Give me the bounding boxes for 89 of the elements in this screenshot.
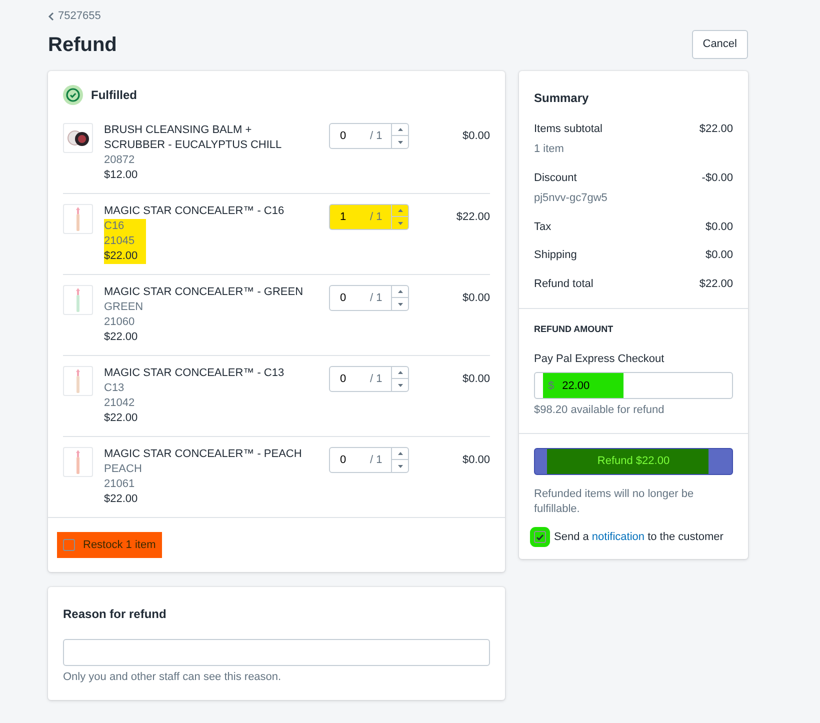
summary-value: $22.00 xyxy=(699,276,733,292)
summary-label: Refund total xyxy=(534,276,594,292)
product-name: MAGIC STAR CONCEALER™ - GREEN xyxy=(104,284,304,300)
unit-price: $22.00 xyxy=(104,492,138,507)
increment-arrow-icon xyxy=(398,290,403,293)
unit-price: $12.00 xyxy=(104,168,138,183)
decrement-arrow-icon xyxy=(398,140,403,144)
increment-arrow-icon xyxy=(398,128,403,131)
unit-price: $22.00 xyxy=(104,248,138,264)
line-amount: $22.00 xyxy=(456,210,490,225)
summary-label: Shipping xyxy=(534,248,577,264)
help-text: $98.20 available for refund xyxy=(534,403,666,418)
product-name: MAGIC STAR CONCEALER™ - C13 xyxy=(104,366,286,381)
decrement-arrow-icon xyxy=(398,222,403,224)
unit-price: $22.00 xyxy=(104,410,138,426)
concealer-drawing xyxy=(76,206,80,231)
quantity-max: / 1 xyxy=(370,128,384,144)
quantity-field[interactable]: 0 / 1 xyxy=(329,446,409,473)
product-name: BRUSH CLEANSING BALM + SCRUBBER - EUCALYPTUS CHILL xyxy=(104,122,283,153)
notification-link[interactable]: notification xyxy=(592,530,645,543)
decrement-arrow-icon xyxy=(398,302,403,306)
quantity-input[interactable]: 0 xyxy=(330,124,370,148)
sku-label: 20872 xyxy=(104,152,135,168)
decrement-arrow-icon xyxy=(398,384,403,386)
quantity-input[interactable]: 0 xyxy=(330,286,370,310)
quantity-input[interactable]: 1 xyxy=(330,204,370,229)
summary-note: pj5nvv-gc7gw5 xyxy=(534,191,608,206)
summary-value: $22.00 xyxy=(699,122,733,137)
variant-label: PEACH xyxy=(104,462,142,477)
product-name: MAGIC STAR CONCEALER™ - PEACH xyxy=(104,446,303,462)
increment-arrow-icon xyxy=(398,209,403,212)
page-title: Refund xyxy=(48,32,117,56)
chevron-left-icon xyxy=(48,12,54,21)
quantity-field[interactable]: 0 / 1 xyxy=(329,284,409,311)
summary-label: Tax xyxy=(534,220,552,235)
line-amount: $0.00 xyxy=(462,452,490,468)
fulfilled-status-icon xyxy=(63,84,83,105)
summary-note: 1 item xyxy=(534,142,565,158)
sku-label: 21060 xyxy=(104,314,135,330)
restock-checkbox[interactable] xyxy=(63,539,75,551)
quantity-max: / 1 xyxy=(370,372,384,386)
currency-prefix: $ xyxy=(548,378,554,394)
quantity-max: / 1 xyxy=(370,452,384,468)
decrement-arrow-icon xyxy=(398,464,403,468)
status-label: Fulfilled xyxy=(91,86,137,104)
summary-label: Items subtotal xyxy=(534,122,602,137)
summary-value: $0.00 xyxy=(705,248,733,264)
back-link[interactable]: 7527655 xyxy=(58,8,101,24)
concealer-drawing xyxy=(76,288,80,312)
sku-label: 21045 xyxy=(104,234,135,249)
quantity-max: / 1 xyxy=(370,210,384,224)
restock-label: Restock 1 item xyxy=(83,538,156,553)
warning-text: Refunded items will no longer be fulfillable. xyxy=(534,486,695,517)
sku-label: 21061 xyxy=(104,476,135,492)
quantity-max: / 1 xyxy=(370,290,384,306)
product-name: MAGIC STAR CONCEALER™ - C16 xyxy=(104,204,286,219)
unit-price: $22.00 xyxy=(104,330,138,345)
summary-value: -$0.00 xyxy=(702,170,733,186)
quantity-field[interactable]: 1 / 1 xyxy=(329,204,409,230)
section-title: Summary xyxy=(534,90,590,107)
cancel-button[interactable]: Cancel xyxy=(692,30,748,59)
reason-input[interactable] xyxy=(63,639,490,666)
quantity-field[interactable]: 0 / 1 xyxy=(329,122,409,149)
quantity-field[interactable]: 0 / 1 xyxy=(329,366,409,392)
concealer-drawing xyxy=(76,368,80,393)
notification-text: Send a notification to the customer xyxy=(554,530,724,545)
variant-label: GREEN xyxy=(104,300,144,315)
help-text: Only you and other staff can see this reason. xyxy=(63,670,282,686)
summary-label: Discount xyxy=(534,170,577,186)
quantity-input[interactable]: 0 xyxy=(330,448,370,472)
section-heading: REFUND AMOUNT xyxy=(534,323,614,336)
variant-label: C13 xyxy=(104,380,124,396)
sku-label: 21042 xyxy=(104,396,135,411)
refund-amount-field[interactable]: $ 22.00 xyxy=(534,372,733,400)
variant-label: C16 xyxy=(104,218,124,234)
concealer-drawing xyxy=(76,450,80,474)
checkmark-icon xyxy=(536,534,544,540)
balm-drawing xyxy=(66,130,90,146)
section-title: Reason for refund xyxy=(63,606,168,624)
quantity-input[interactable]: 0 xyxy=(330,366,370,391)
refund-button[interactable]: Refund $22.00 xyxy=(534,448,733,475)
increment-arrow-icon xyxy=(398,452,403,455)
line-amount: $0.00 xyxy=(462,290,490,306)
line-amount: $0.00 xyxy=(462,128,490,144)
increment-arrow-icon xyxy=(398,371,403,374)
refund-amount-input[interactable]: 22.00 xyxy=(560,376,620,395)
payment-method-label: Pay Pal Express Checkout xyxy=(534,352,666,367)
line-amount: $0.00 xyxy=(462,372,490,387)
summary-value: $0.00 xyxy=(705,220,733,235)
